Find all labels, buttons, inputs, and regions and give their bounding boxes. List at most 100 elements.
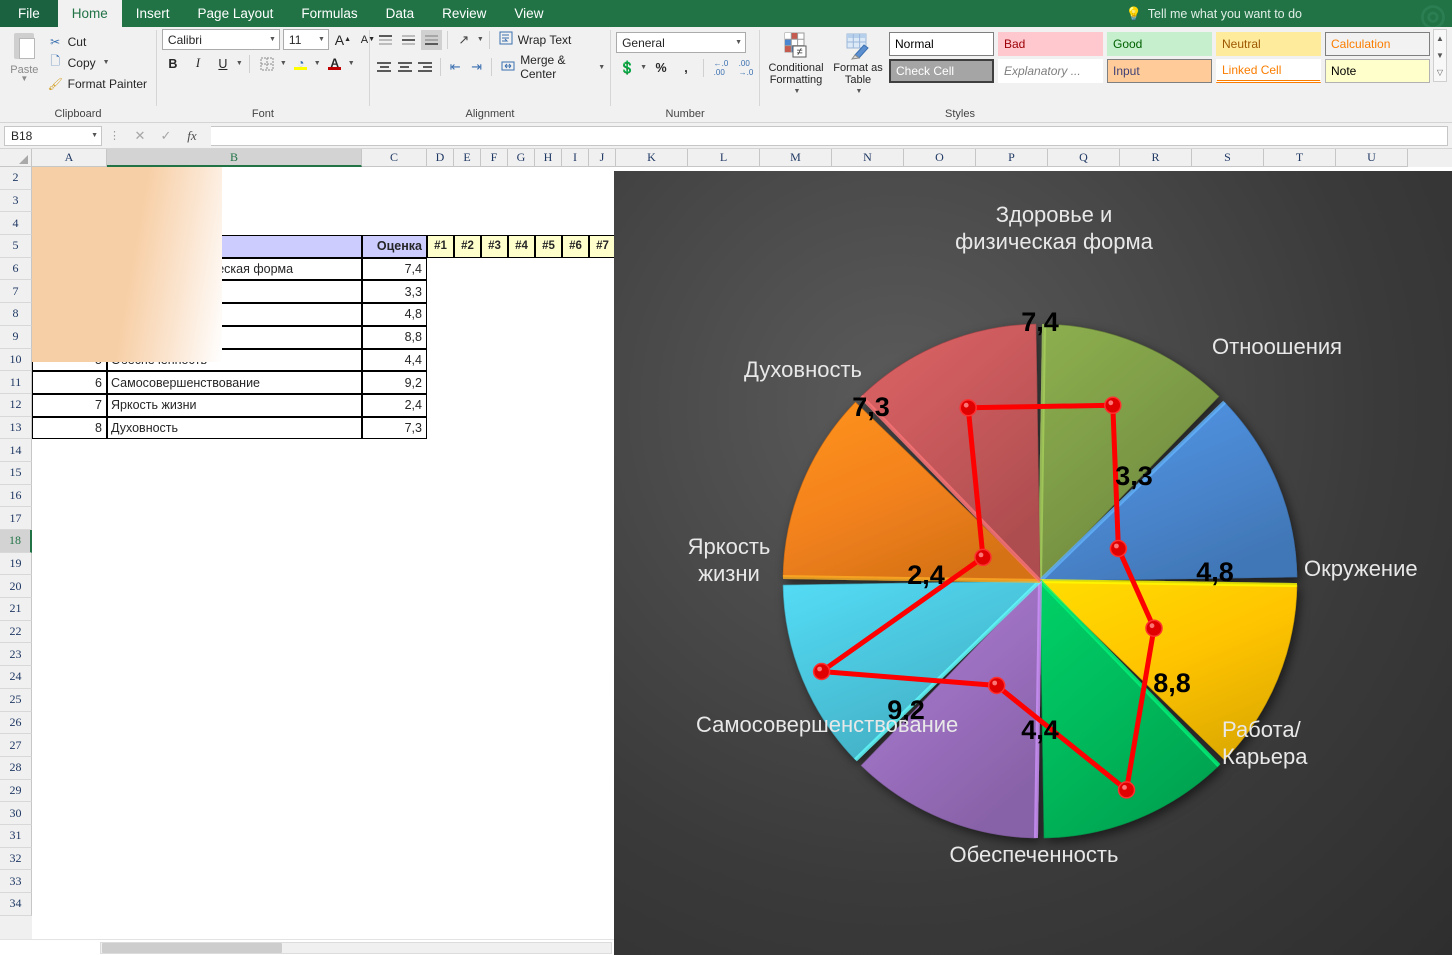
column-header-r[interactable]: R [1120, 149, 1192, 167]
cell-style-calculation[interactable]: Calculation [1325, 32, 1430, 56]
column-header-s[interactable]: S [1192, 149, 1264, 167]
column-header-l[interactable]: L [688, 149, 760, 167]
row-header-7[interactable]: 7 [0, 280, 32, 304]
column-header-g[interactable]: G [508, 149, 535, 167]
data-point-3[interactable] [1145, 619, 1163, 637]
fill-color-split-button[interactable]: ◔ ▼ [290, 53, 321, 74]
row-header-19[interactable]: 19 [0, 552, 32, 576]
column-header-a[interactable]: A [32, 149, 107, 167]
formula-bar-grip[interactable]: ⋮ [106, 129, 123, 142]
column-header-u[interactable]: U [1336, 149, 1408, 167]
column-header-o[interactable]: O [904, 149, 976, 167]
column-header-j[interactable]: J [589, 149, 616, 167]
scrollbar-thumb[interactable] [102, 943, 282, 953]
cell-style-good[interactable]: Good [1107, 32, 1212, 56]
column-header-t[interactable]: T [1264, 149, 1336, 167]
decrease-indent-button[interactable]: ⇤ [445, 57, 464, 78]
tab-home[interactable]: Home [57, 0, 122, 27]
column-header-i[interactable]: I [562, 149, 589, 167]
percent-style-button[interactable]: % [650, 57, 672, 78]
cancel-icon[interactable]: ✕ [127, 126, 153, 146]
cell-score[interactable]: 7,3 [362, 416, 427, 440]
scroll-more-icon[interactable]: ▽ [1434, 64, 1446, 81]
cell-styles-scrollbar[interactable]: ▲ ▼ ▽ [1433, 29, 1447, 82]
align-left-button[interactable] [375, 57, 394, 77]
row-header-6[interactable]: 6 [0, 257, 32, 281]
check-icon[interactable]: ✓ [153, 126, 179, 146]
fx-icon[interactable]: fx [179, 126, 205, 146]
tag-header-5[interactable]: #5 [535, 235, 562, 258]
align-center-button[interactable] [395, 57, 414, 77]
merge-center-caret-icon[interactable]: ▼ [598, 64, 605, 71]
tab-review[interactable]: Review [428, 0, 500, 27]
align-right-button[interactable] [416, 57, 435, 77]
row-header-5[interactable]: 5 [0, 235, 32, 258]
cell-style-note[interactable]: Note [1325, 59, 1430, 83]
scroll-up-icon[interactable]: ▲ [1434, 30, 1446, 47]
column-header-k[interactable]: K [616, 149, 688, 167]
row-header-15[interactable]: 15 [0, 461, 32, 485]
merge-center-button[interactable]: Merge & Center ▼ [497, 53, 605, 81]
row-header-16[interactable]: 16 [0, 484, 32, 508]
fill-color-icon[interactable]: ◔ [290, 53, 312, 74]
row-header-13[interactable]: 13 [0, 416, 32, 440]
borders-split-button[interactable]: ▼ [256, 53, 287, 74]
number-format-combo[interactable]: General ▼ [616, 32, 747, 53]
tab-formulas[interactable]: Formulas [287, 0, 371, 27]
row-header-26[interactable]: 26 [0, 711, 32, 735]
data-point-7[interactable] [974, 548, 992, 567]
data-point-8[interactable] [959, 398, 977, 417]
column-header-q[interactable]: Q [1048, 149, 1120, 167]
borders-caret-icon[interactable]: ▼ [280, 60, 287, 67]
increase-font-size-button[interactable]: A ▲ [332, 29, 354, 50]
font-color-caret-icon[interactable]: ▼ [348, 60, 355, 67]
row-header-34[interactable]: 34 [0, 893, 32, 916]
cell-style-neutral[interactable]: Neutral [1216, 32, 1321, 56]
row-header-14[interactable]: 14 [0, 439, 32, 462]
column-header-p[interactable]: P [976, 149, 1048, 167]
tab-view[interactable]: View [500, 0, 557, 27]
name-box[interactable]: B18 ▼ [4, 125, 102, 146]
data-point-1[interactable] [1104, 396, 1122, 415]
tell-me-box[interactable]: 💡 Tell me what you want to do [1126, 0, 1302, 27]
tag-header-2[interactable]: #2 [454, 235, 481, 258]
tab-data[interactable]: Data [372, 0, 429, 27]
horizontal-scrollbar[interactable] [0, 939, 614, 955]
format-painter-button[interactable]: 🖌 Format Painter [44, 74, 151, 93]
row-header-21[interactable]: 21 [0, 598, 32, 621]
column-header-e[interactable]: E [454, 149, 481, 167]
copy-button[interactable]: 🗋 Copy ▼ [44, 53, 151, 72]
currency-caret-icon[interactable]: ▼ [640, 64, 647, 71]
currency-icon[interactable]: 💲 [616, 57, 638, 78]
orientation-caret-icon[interactable]: ▼ [477, 36, 484, 43]
column-header-h[interactable]: H [535, 149, 562, 167]
format-as-table-button[interactable]: Format as Table ▼ [827, 29, 889, 98]
data-point-2[interactable] [1109, 539, 1128, 558]
tag-header-6[interactable]: #6 [562, 235, 589, 258]
row-header-10[interactable]: 10 [0, 348, 32, 372]
select-all-button[interactable] [0, 149, 32, 167]
data-point-4[interactable] [1117, 781, 1136, 799]
column-header-n[interactable]: N [832, 149, 904, 167]
decrease-decimal-button[interactable]: .00 →.0 [735, 57, 757, 78]
font-name-combo[interactable]: Calibri ▼ [161, 29, 280, 50]
underline-caret-icon[interactable]: ▼ [236, 60, 243, 67]
column-header-m[interactable]: M [760, 149, 832, 167]
align-middle-button[interactable] [398, 30, 419, 50]
cell-style-explanatory[interactable]: Explanatory ... [998, 59, 1103, 83]
row-header-32[interactable]: 32 [0, 847, 32, 871]
wrap-text-button[interactable]: Wrap Text [495, 31, 571, 48]
cell-score[interactable]: 9,2 [362, 371, 427, 394]
conditional-formatting-caret-icon[interactable]: ▼ [794, 86, 801, 98]
row-header-4[interactable]: 4 [0, 212, 32, 236]
increase-decimal-button[interactable]: ←.0.00 [710, 57, 732, 78]
row-header-31[interactable]: 31 [0, 824, 32, 848]
cell-score[interactable]: 7,4 [362, 257, 427, 281]
row-header-24[interactable]: 24 [0, 666, 32, 689]
paste-button[interactable]: Paste ▼ [5, 29, 44, 83]
cell-sphere[interactable]: Духовность [107, 416, 362, 440]
tag-header-4[interactable]: #4 [508, 235, 535, 258]
font-color-icon[interactable]: A [324, 53, 346, 74]
font-size-combo[interactable]: 11 ▼ [282, 29, 329, 50]
cut-button[interactable]: ✂ Cut [44, 32, 151, 51]
